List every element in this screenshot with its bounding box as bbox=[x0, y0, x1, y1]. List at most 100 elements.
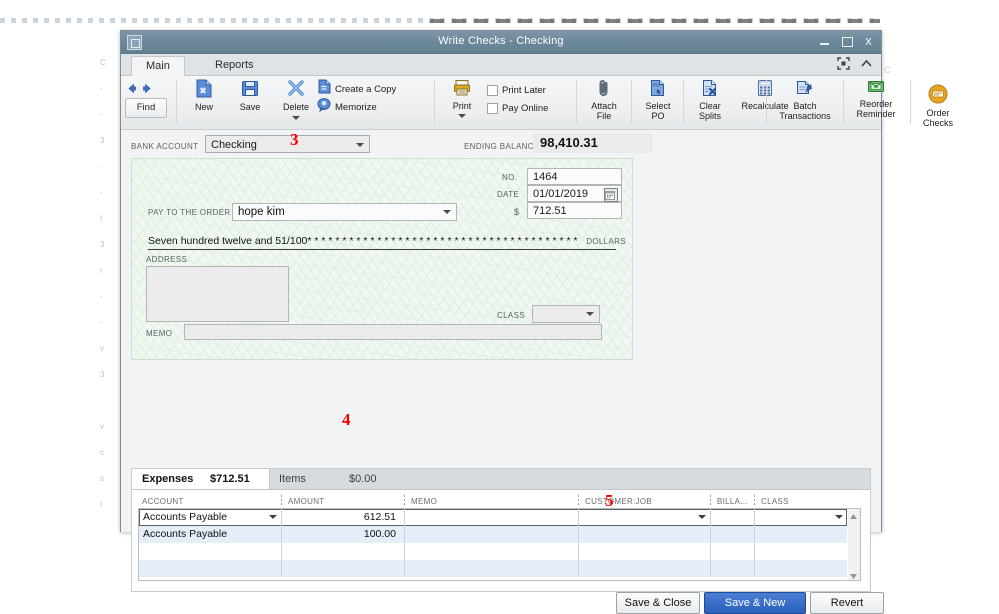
column-header-account: ACCOUNT bbox=[142, 497, 184, 506]
reorder-reminder-label2: Reminder bbox=[856, 109, 896, 119]
order-checks-label2: Checks bbox=[922, 118, 953, 128]
cell-billable[interactable] bbox=[711, 509, 755, 526]
cell-billable[interactable] bbox=[711, 543, 755, 560]
attach-file-button[interactable]: Attach File bbox=[581, 76, 627, 121]
table-row[interactable] bbox=[139, 560, 847, 577]
cell-billable[interactable] bbox=[711, 560, 755, 577]
cell-customer-job[interactable] bbox=[579, 526, 711, 543]
class-select[interactable] bbox=[532, 305, 600, 323]
print-button[interactable]: Print bbox=[439, 76, 485, 118]
class-chevron-down-icon[interactable] bbox=[586, 312, 594, 316]
maximize-button[interactable] bbox=[840, 34, 853, 48]
chevron-up-icon[interactable] bbox=[860, 57, 873, 70]
customer-job-chevron-down-icon[interactable] bbox=[698, 515, 706, 519]
pay-online-checkbox-row[interactable]: Pay Online bbox=[487, 99, 548, 117]
calendar-icon[interactable] bbox=[604, 188, 618, 202]
cell-memo[interactable] bbox=[405, 509, 579, 526]
close-button[interactable]: x bbox=[862, 34, 875, 48]
cell-class[interactable] bbox=[755, 543, 847, 560]
print-later-checkbox-row[interactable]: Print Later bbox=[487, 81, 546, 99]
window-body: BANK ACCOUNT Checking ENDING BALANCE 98,… bbox=[121, 130, 884, 614]
revert-label: Revert bbox=[830, 597, 864, 609]
ribbon-group-edit: New Save Delete bbox=[181, 76, 319, 129]
cell-class[interactable] bbox=[755, 560, 847, 577]
delete-dropdown-caret-icon[interactable] bbox=[292, 116, 300, 120]
create-copy-button[interactable]: Create a Copy bbox=[317, 79, 397, 98]
order-checks-button[interactable]: Order Checks bbox=[912, 81, 964, 128]
cell-class[interactable] bbox=[755, 526, 847, 543]
tab-items[interactable]: Items $0.00 bbox=[269, 469, 394, 489]
revert-button[interactable]: Revert bbox=[810, 592, 884, 614]
save-close-button[interactable]: Save & Close bbox=[616, 592, 700, 614]
print-dropdown-caret-icon[interactable] bbox=[458, 114, 466, 118]
save-button[interactable]: Save bbox=[227, 76, 273, 112]
tab-expenses[interactable]: Expenses $712.51 bbox=[132, 469, 270, 489]
window-titlebar[interactable]: Write Checks - Checking x bbox=[121, 31, 881, 54]
find-button[interactable]: Find bbox=[125, 98, 167, 118]
cell-amount[interactable]: 100.00 bbox=[282, 526, 405, 543]
tab-reports[interactable]: Reports bbox=[201, 56, 268, 75]
memorize-button[interactable]: Memorize bbox=[317, 98, 377, 116]
column-divider[interactable] bbox=[710, 495, 711, 506]
payee-chevron-down-icon[interactable] bbox=[443, 210, 451, 214]
print-later-checkbox[interactable] bbox=[487, 84, 498, 96]
save-close-label: Save & Close bbox=[624, 597, 692, 609]
new-button[interactable]: New bbox=[181, 76, 227, 112]
check-amount-input[interactable]: 712.51 bbox=[527, 202, 622, 219]
column-divider[interactable] bbox=[281, 495, 282, 506]
scroll-down-arrow-icon[interactable] bbox=[848, 569, 859, 580]
cell-account[interactable] bbox=[139, 560, 282, 577]
batch-transactions-button[interactable]: Batch Transactions bbox=[769, 76, 841, 121]
cell-amount[interactable] bbox=[282, 543, 405, 560]
check-date-input[interactable]: 01/01/2019 bbox=[527, 185, 622, 202]
reorder-reminder-button[interactable]: Reorder Reminder bbox=[845, 76, 907, 119]
print-button-label: Print bbox=[452, 101, 472, 111]
cell-amount[interactable] bbox=[282, 560, 405, 577]
check-no-input[interactable]: 1464 bbox=[527, 168, 622, 185]
table-row[interactable]: Accounts Payable 612.51 bbox=[139, 509, 847, 526]
select-po-button[interactable]: PO Select PO bbox=[635, 76, 681, 121]
cell-customer-job[interactable] bbox=[579, 560, 711, 577]
cell-memo[interactable] bbox=[405, 543, 579, 560]
clear-splits-button[interactable]: Clear Splits bbox=[687, 76, 733, 121]
cell-customer-job[interactable] bbox=[579, 543, 711, 560]
bank-account-select[interactable]: Checking bbox=[205, 135, 370, 153]
new-button-label: New bbox=[194, 102, 213, 112]
pay-online-checkbox[interactable] bbox=[487, 102, 498, 114]
save-new-button[interactable]: Save & New bbox=[704, 592, 806, 614]
scroll-up-arrow-icon[interactable] bbox=[848, 509, 859, 520]
cell-customer-job[interactable] bbox=[579, 509, 711, 526]
cell-memo[interactable] bbox=[405, 560, 579, 577]
account-chevron-down-icon[interactable] bbox=[269, 515, 277, 519]
delete-button[interactable]: Delete bbox=[273, 76, 319, 120]
column-divider[interactable] bbox=[404, 495, 405, 506]
cell-account[interactable]: Accounts Payable bbox=[139, 509, 282, 526]
column-header-amount: AMOUNT bbox=[288, 497, 325, 506]
payee-input[interactable]: hope kim bbox=[232, 203, 457, 221]
expand-icon[interactable] bbox=[837, 57, 850, 70]
back-arrow-icon[interactable] bbox=[126, 81, 137, 94]
cell-account[interactable]: Accounts Payable bbox=[139, 526, 282, 543]
window-title: Write Checks - Checking bbox=[438, 35, 564, 47]
chevron-down-icon[interactable] bbox=[356, 143, 364, 147]
column-divider[interactable] bbox=[578, 495, 579, 506]
table-row[interactable]: Accounts Payable 100.00 bbox=[139, 526, 847, 543]
cell-billable[interactable] bbox=[711, 526, 755, 543]
address-input[interactable] bbox=[146, 266, 289, 322]
cell-class[interactable] bbox=[755, 509, 847, 526]
create-copy-label: Create a Copy bbox=[335, 83, 397, 95]
cell-amount[interactable]: 612.51 bbox=[282, 509, 405, 526]
column-divider[interactable] bbox=[754, 495, 755, 506]
forward-arrow-icon[interactable] bbox=[142, 81, 153, 94]
cell-memo[interactable] bbox=[405, 526, 579, 543]
memorize-icon bbox=[317, 97, 331, 117]
minimize-button[interactable] bbox=[818, 34, 831, 48]
payee-label: PAY TO THE ORDER OF bbox=[148, 208, 245, 217]
memo-input[interactable] bbox=[184, 324, 602, 340]
tab-expenses-label: Expenses bbox=[142, 473, 194, 485]
grid-vertical-scrollbar[interactable] bbox=[848, 508, 861, 581]
tab-main[interactable]: Main bbox=[131, 56, 185, 77]
cell-account[interactable] bbox=[139, 543, 282, 560]
table-row[interactable] bbox=[139, 543, 847, 560]
class-row-chevron-down-icon[interactable] bbox=[835, 515, 843, 519]
